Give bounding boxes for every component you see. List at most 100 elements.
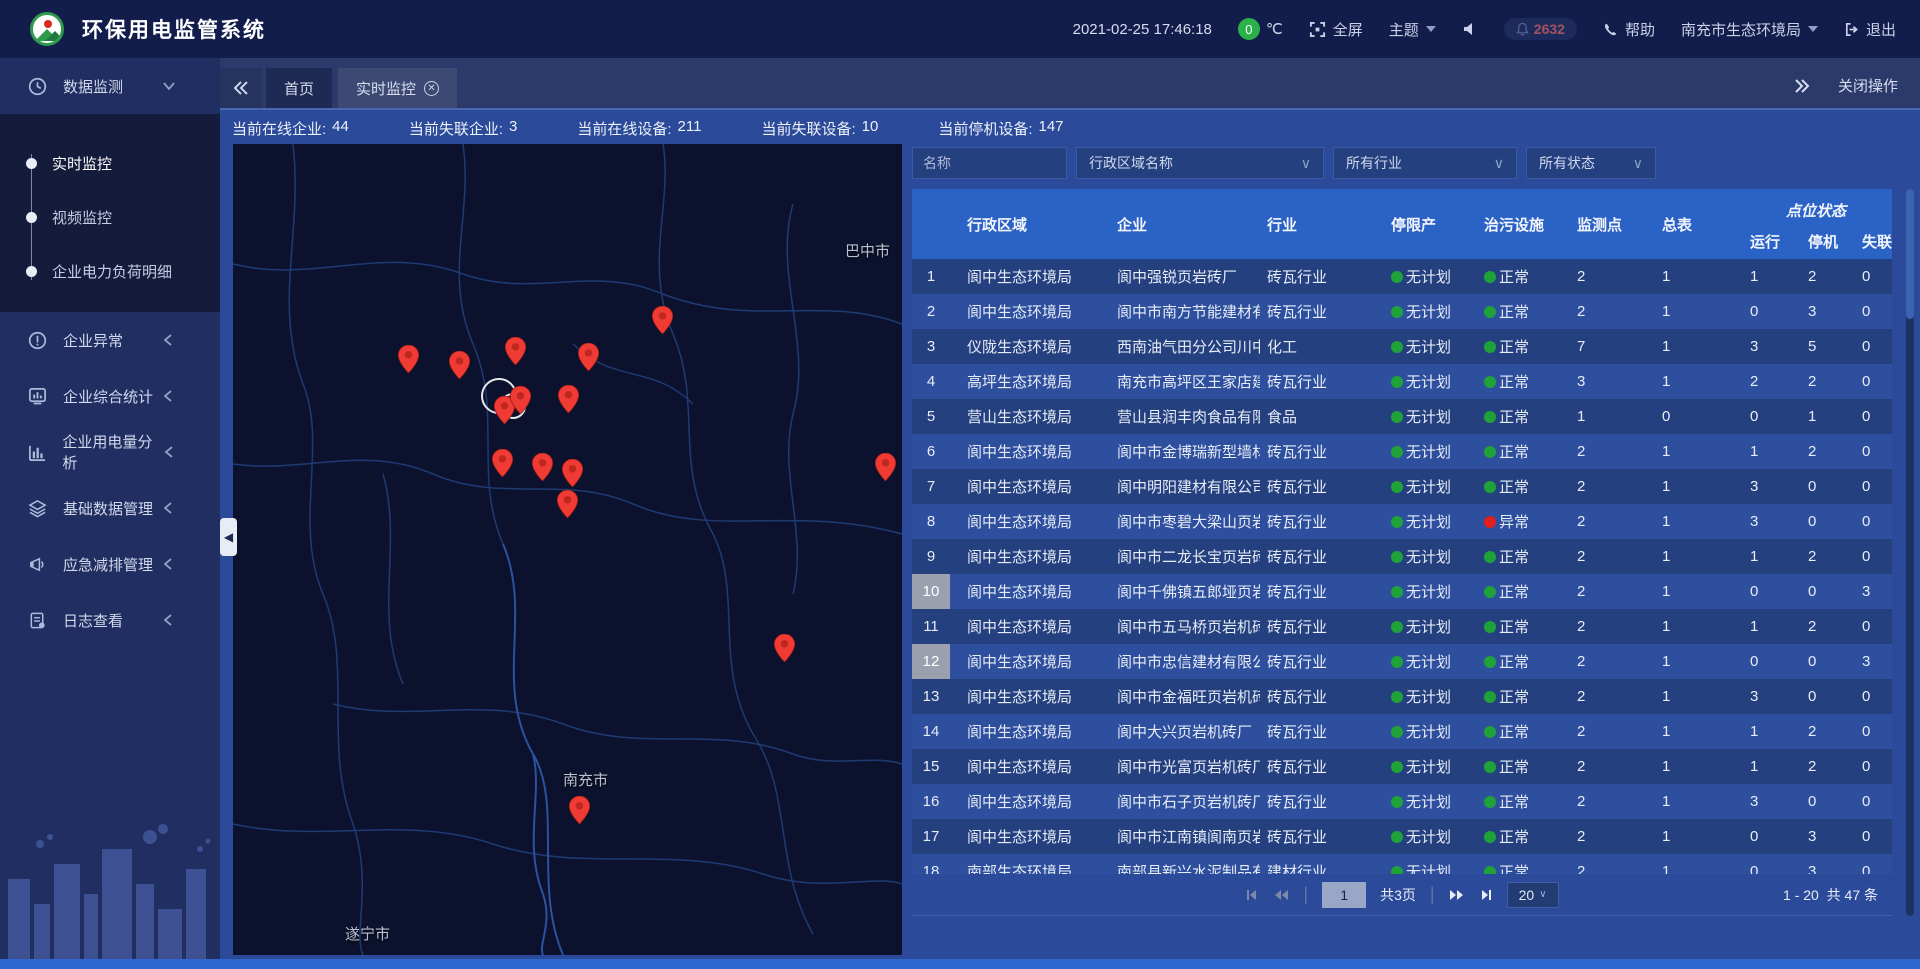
map-pin-icon[interactable] [562, 459, 583, 487]
sidebar-item-5[interactable]: 应急减排管理 [0, 536, 220, 592]
map-pin-icon[interactable] [652, 306, 673, 334]
sidebar-subitem-2[interactable]: 企业电力负荷明细 [0, 244, 220, 298]
status-dot-icon [1391, 691, 1403, 703]
status-dot-icon [1484, 796, 1496, 808]
skyline-decoration [0, 809, 220, 959]
next-page-button[interactable] [1449, 889, 1465, 901]
status-dot-icon [1484, 376, 1496, 388]
map-pin-icon[interactable] [510, 386, 531, 414]
sidebar-item-0[interactable]: 数据监测 [0, 58, 220, 114]
cell-company: 营山县润丰肉食品有限 [1110, 406, 1260, 427]
map-pin-icon[interactable] [492, 449, 513, 477]
map-pin-icon[interactable] [578, 343, 599, 371]
cell-industry: 砖瓦行业 [1260, 791, 1380, 812]
sidebar-item-2[interactable]: 企业综合统计 [0, 368, 220, 424]
cell-halt-count: 2 [1796, 618, 1852, 635]
sidebar-collapse-handle[interactable]: ◀ [220, 518, 237, 556]
stats-icon [28, 387, 48, 406]
table-row[interactable]: 18南部生态环境局南部县新兴水泥制品有建材行业无计划正常21030 [912, 854, 1892, 874]
close-operations-button[interactable]: 关闭操作 [1838, 75, 1898, 96]
double-right-icon[interactable] [1794, 79, 1810, 93]
table-row[interactable]: 11阆中生态环境局阆中市五马桥页岩机砖砖瓦行业无计划正常21120 [912, 609, 1892, 644]
bullet-icon [26, 266, 37, 277]
cell-company: 阆中强锐页岩砖厂 [1110, 266, 1260, 287]
map-pin-icon[interactable] [558, 385, 579, 413]
bell-icon [1516, 22, 1529, 36]
cell-halt-count: 0 [1796, 478, 1852, 495]
table-row[interactable]: 7阆中生态环境局阆中明阳建材有限公司砖瓦行业无计划正常21300 [912, 469, 1892, 504]
filter-bar: 行政区域名称∨ 所有行业∨ 所有状态∨ [912, 147, 1892, 179]
tab-0[interactable]: 首页 [266, 68, 332, 108]
cell-halt-count: 2 [1796, 373, 1852, 390]
sidebar-item-1[interactable]: 企业异常 [0, 312, 220, 368]
cell-stop-plan: 无计划 [1380, 721, 1470, 742]
col-header-points: 监测点 [1565, 189, 1650, 259]
tab-1[interactable]: 实时监控✕ [338, 68, 457, 108]
table-row[interactable]: 15阆中生态环境局阆中市光富页岩机砖厂砖瓦行业无计划正常21120 [912, 749, 1892, 784]
table-row[interactable]: 6阆中生态环境局阆中市金博瑞新型墙材砖瓦行业无计划正常21120 [912, 434, 1892, 469]
table-row[interactable]: 1阆中生态环境局阆中强锐页岩砖厂砖瓦行业无计划正常21120 [912, 259, 1892, 294]
cell-row-number: 6 [912, 434, 950, 469]
table-row[interactable]: 3仪陇生态环境局西南油气田分公司川中化工无计划正常71350 [912, 329, 1892, 364]
page-size-select[interactable]: 20∨ [1507, 882, 1559, 908]
map-pin-icon[interactable] [774, 634, 795, 662]
sidebar-subitem-0[interactable]: 实时监控 [0, 136, 220, 190]
cell-total-meters: 1 [1650, 338, 1740, 355]
sidebar-item-4[interactable]: 基础数据管理 [0, 480, 220, 536]
map-pin-icon[interactable] [557, 490, 578, 518]
table-row[interactable]: 9阆中生态环境局阆中市二龙长宝页岩砖砖瓦行业无计划正常21120 [912, 539, 1892, 574]
cell-monitor-points: 2 [1565, 618, 1650, 635]
map-pin-icon[interactable] [449, 351, 470, 379]
cell-industry: 砖瓦行业 [1260, 266, 1380, 287]
sidebar-item-6[interactable]: 日志查看 [0, 592, 220, 648]
enterprise-table: 行政区域 企业 行业 停限产 治污设施 监测点 总表 点位状态 运行 停机 失联… [912, 189, 1892, 874]
sidebar-item-3[interactable]: 企业用电量分析 [0, 424, 220, 480]
page-number-input[interactable] [1322, 882, 1366, 908]
mute-button[interactable] [1462, 21, 1478, 37]
map-pin-icon[interactable] [569, 796, 590, 824]
logout-button[interactable]: 退出 [1844, 19, 1896, 40]
last-page-button[interactable] [1479, 889, 1493, 901]
tabs-scroll-left-button[interactable] [220, 68, 262, 108]
map[interactable]: 巴中市南充市遂宁市 [233, 144, 902, 955]
industry-filter-select[interactable]: 所有行业∨ [1333, 147, 1517, 179]
map-pin-icon[interactable] [875, 453, 896, 481]
scrollbar-thumb[interactable] [1906, 189, 1914, 319]
table-row[interactable]: 13阆中生态环境局阆中市金福旺页岩机砖砖瓦行业无计划正常21300 [912, 679, 1892, 714]
table-row[interactable]: 17阆中生态环境局阆中市江南镇阆南页岩砖瓦行业无计划正常21030 [912, 819, 1892, 854]
name-filter-input[interactable] [912, 147, 1067, 179]
cell-region: 阆中生态环境局 [950, 686, 1110, 707]
cell-company: 阆中市光富页岩机砖厂 [1110, 756, 1260, 777]
status-dot-icon [1391, 446, 1403, 458]
col-header-region: 行政区域 [950, 189, 1110, 259]
notifications-button[interactable]: 2632 [1504, 18, 1577, 40]
map-pin-icon[interactable] [505, 337, 526, 365]
table-row[interactable]: 14阆中生态环境局阆中大兴页岩机砖厂砖瓦行业无计划正常21120 [912, 714, 1892, 749]
table-row[interactable]: 12阆中生态环境局阆中市忠信建材有限公砖瓦行业无计划正常21003 [912, 644, 1892, 679]
cell-lost-count: 0 [1852, 548, 1892, 565]
table-row[interactable]: 8阆中生态环境局阆中市枣碧大梁山页岩砖瓦行业无计划异常21300 [912, 504, 1892, 539]
region-filter-select[interactable]: 行政区域名称∨ [1076, 147, 1324, 179]
status-dot-icon [1391, 656, 1403, 668]
cell-monitor-points: 2 [1565, 268, 1650, 285]
theme-dropdown[interactable]: 主题 [1389, 19, 1436, 40]
table-row[interactable]: 2阆中生态环境局阆中市南方节能建材有砖瓦行业无计划正常21030 [912, 294, 1892, 329]
map-pin-icon[interactable] [532, 453, 553, 481]
table-row[interactable]: 4高坪生态环境局南充市高坪区王家店建砖瓦行业无计划正常31220 [912, 364, 1892, 399]
table-row[interactable]: 16阆中生态环境局阆中市石子页岩机砖厂砖瓦行业无计划正常21300 [912, 784, 1892, 819]
map-pin-icon[interactable] [398, 345, 419, 373]
status-dot-icon [1391, 761, 1403, 773]
cell-monitor-points: 2 [1565, 653, 1650, 670]
fullscreen-button[interactable]: 全屏 [1309, 19, 1363, 40]
sidebar-item-label: 企业综合统计 [63, 386, 153, 407]
tab-close-icon[interactable]: ✕ [424, 81, 439, 96]
org-dropdown[interactable]: 南充市生态环境局 [1681, 19, 1818, 40]
table-row[interactable]: 10阆中生态环境局阆中千佛镇五郎垭页岩砖瓦行业无计划正常21003 [912, 574, 1892, 609]
cell-run-count: 3 [1740, 513, 1796, 530]
status-dot-icon [1391, 831, 1403, 843]
cell-company: 阆中市金博瑞新型墙材 [1110, 441, 1260, 462]
status-filter-select[interactable]: 所有状态∨ [1526, 147, 1656, 179]
help-button[interactable]: 帮助 [1603, 19, 1655, 40]
table-row[interactable]: 5营山生态环境局营山县润丰肉食品有限食品无计划正常10010 [912, 399, 1892, 434]
sidebar-subitem-1[interactable]: 视频监控 [0, 190, 220, 244]
